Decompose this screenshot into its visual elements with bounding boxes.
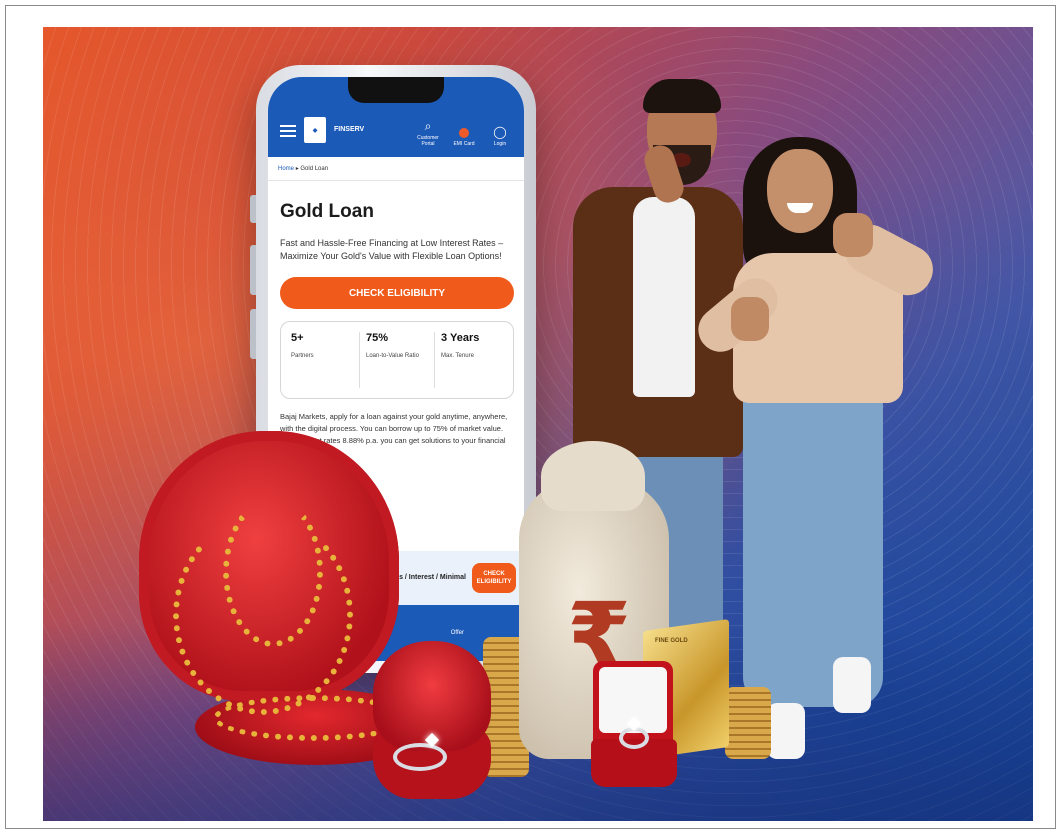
stat-value: 5+ bbox=[291, 332, 304, 344]
customer-portal-button[interactable]: ⌕ Customer Portal bbox=[414, 119, 442, 147]
woman-shoe-left bbox=[767, 703, 805, 759]
stat-label: Max. Tenure bbox=[441, 353, 474, 359]
stat-value: 3 Years bbox=[441, 332, 480, 344]
customer-portal-label: Customer Portal bbox=[417, 135, 439, 147]
breadcrumb-home[interactable]: Home bbox=[278, 166, 294, 172]
sticky-bar-text: ts / Interest / Minimal bbox=[396, 574, 466, 581]
phone-notch bbox=[348, 77, 444, 103]
sticky-check-eligibility-button[interactable]: CHECK ELIGIBILITY bbox=[472, 563, 516, 593]
woman-shoe-right bbox=[833, 657, 871, 713]
money-bag-neck bbox=[541, 441, 645, 511]
page-description: Fast and Hassle-Free Financing at Low In… bbox=[280, 238, 504, 261]
login-button[interactable]: ◯ Login bbox=[486, 125, 514, 147]
man-hair bbox=[643, 79, 721, 113]
phone-volume-down bbox=[250, 309, 256, 359]
phone-side-button bbox=[250, 195, 256, 223]
card-icon bbox=[459, 128, 469, 138]
gold-coins-stack bbox=[725, 687, 771, 759]
stat-ltv: 75% Loan-to-Value Ratio bbox=[360, 332, 435, 388]
man-shirt bbox=[633, 197, 695, 397]
ring-icon bbox=[393, 743, 447, 771]
emi-card-label: EMI Card bbox=[453, 141, 475, 147]
stats-card: 5+ Partners 75% Loan-to-Value Ratio 3 Ye… bbox=[280, 321, 514, 399]
stat-partners: 5+ Partners bbox=[285, 332, 360, 388]
phone-volume-up bbox=[250, 245, 256, 295]
login-label: Login bbox=[493, 141, 507, 147]
gold-bar-label: FINE GOLD bbox=[655, 638, 688, 644]
brand-name: FINSERV bbox=[334, 126, 365, 133]
breadcrumb-separator: ▸ bbox=[295, 166, 299, 172]
stat-tenure: 3 Years Max. Tenure bbox=[435, 332, 509, 388]
logo-icon[interactable]: ◆ bbox=[304, 117, 326, 143]
stat-label: Partners bbox=[291, 353, 314, 359]
breadcrumb: Home ▸ Gold Loan bbox=[268, 157, 524, 181]
bottom-nav-offer[interactable]: Offer bbox=[451, 630, 464, 636]
gold-loan-banner: ◆ FINSERV ⌕ Customer Portal EMI Card ◯ L… bbox=[43, 27, 1033, 821]
breadcrumb-current: Gold Loan bbox=[300, 166, 329, 172]
user-icon: ◯ bbox=[493, 125, 507, 139]
stat-label: Loan-to-Value Ratio bbox=[366, 353, 419, 359]
gold-chain-icon bbox=[223, 497, 323, 647]
woman-face bbox=[767, 149, 833, 233]
thumbs-up-icon bbox=[731, 297, 769, 341]
main-content: Gold Loan Fast and Hassle-Free Financing… bbox=[268, 181, 524, 399]
stat-value: 75% bbox=[366, 332, 389, 344]
search-icon: ⌕ bbox=[424, 119, 432, 133]
thumbs-up-icon bbox=[833, 213, 873, 257]
menu-icon[interactable] bbox=[280, 125, 296, 137]
image-frame: ◆ FINSERV ⌕ Customer Portal EMI Card ◯ L… bbox=[5, 5, 1056, 829]
emi-card-button[interactable]: EMI Card bbox=[450, 126, 478, 147]
check-eligibility-button[interactable]: CHECK ELIGIBILITY bbox=[280, 277, 514, 309]
page-title: Gold Loan bbox=[280, 201, 374, 222]
